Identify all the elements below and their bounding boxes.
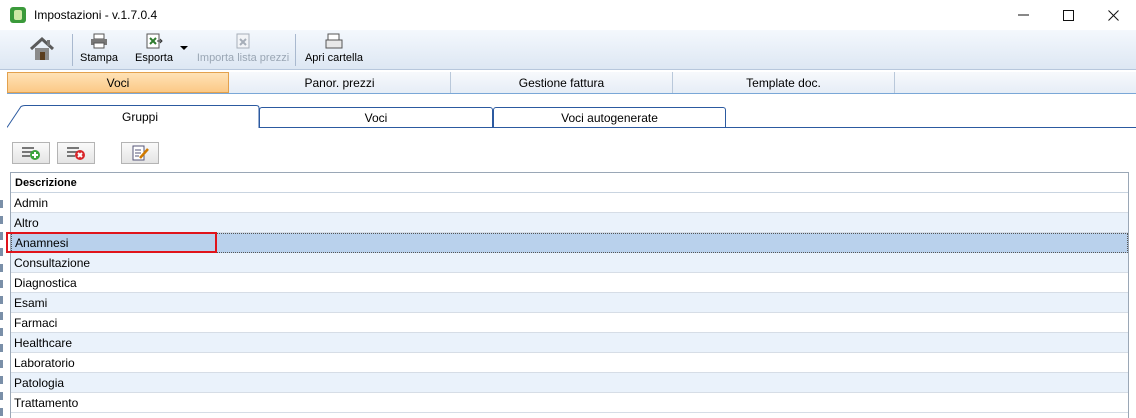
tab-voci-label: Voci	[106, 75, 130, 90]
importa-label: Importa lista prezzi	[196, 52, 290, 64]
grid-actions	[12, 142, 159, 164]
tab-gestione-fattura[interactable]: Gestione fattura	[451, 72, 673, 93]
add-button[interactable]	[12, 142, 50, 164]
tab-strip-filler	[895, 72, 1136, 93]
table-row[interactable]: Altro	[11, 213, 1128, 233]
esporta-label: Esporta	[135, 52, 173, 64]
row-label: Trattamento	[14, 395, 79, 410]
folder-icon	[325, 33, 343, 49]
close-icon	[1107, 9, 1119, 21]
row-label: Diagnostica	[14, 275, 77, 290]
tab-voci-autogenerate[interactable]: Voci autogenerate	[493, 107, 726, 128]
tab-template-doc-label: Template doc.	[746, 75, 821, 90]
home-button[interactable]	[12, 30, 72, 68]
tab-template-doc[interactable]: Template doc.	[673, 72, 895, 93]
maximize-icon	[1062, 9, 1074, 21]
esporta-dropdown[interactable]	[177, 30, 191, 50]
tab-voci[interactable]: Voci	[7, 72, 229, 93]
sub-tab-baseline	[259, 127, 1136, 128]
tab-voci-sub-label: Voci	[364, 111, 388, 125]
apri-label: Apri cartella	[304, 52, 364, 64]
tab-voci-autogenerate-label: Voci autogenerate	[561, 111, 658, 125]
tab-panor-prezzi-label: Panor. prezzi	[304, 75, 375, 90]
row-label: Farmaci	[14, 315, 58, 330]
tab-gestione-fattura-label: Gestione fattura	[518, 75, 605, 90]
table-row[interactable]: Admin	[11, 193, 1128, 213]
row-label: Admin	[14, 195, 49, 210]
minimize-button[interactable]	[1000, 0, 1046, 30]
gruppi-table: Descrizione Admin Altro Anamnesi Consult…	[10, 172, 1129, 418]
export-icon	[146, 33, 163, 49]
table-row[interactable]: Healthcare	[11, 333, 1128, 353]
esporta-button[interactable]: Esporta	[131, 30, 177, 68]
row-label: Patologia	[14, 375, 65, 390]
table-row[interactable]: Trattamento	[11, 393, 1128, 413]
tab-gruppi[interactable]: Gruppi	[21, 105, 259, 128]
delete-button[interactable]	[57, 142, 95, 164]
table-row[interactable]: Esami	[11, 293, 1128, 313]
add-icon	[22, 147, 40, 160]
row-label: Esami	[14, 295, 48, 310]
edit-button[interactable]	[121, 142, 159, 164]
close-button[interactable]	[1090, 0, 1136, 30]
home-icon	[29, 36, 55, 60]
sub-tab-strip: Gruppi Voci Voci autogenerate	[7, 105, 1136, 128]
table-row[interactable]: Consultazione	[11, 253, 1128, 273]
app-icon	[10, 7, 26, 23]
row-label: Consultazione	[14, 255, 91, 270]
column-header-descrizione[interactable]: Descrizione	[11, 173, 1128, 193]
table-row[interactable]: Diagnostica	[11, 273, 1128, 293]
column-header-label: Descrizione	[15, 176, 77, 189]
printer-icon	[91, 33, 107, 49]
stampa-label: Stampa	[80, 52, 118, 64]
delete-icon	[67, 147, 85, 160]
window-title: Impostazioni - v.1.7.0.4	[34, 8, 158, 22]
row-label: Anamnesi	[15, 236, 69, 250]
apri-cartella-button[interactable]: Apri cartella	[298, 30, 370, 68]
row-label: Healthcare	[14, 335, 73, 350]
tab-voci-sub[interactable]: Voci	[259, 107, 493, 128]
table-row[interactable]: Patologia	[11, 373, 1128, 393]
title-bar: Impostazioni - v.1.7.0.4	[0, 0, 1136, 30]
importa-lista-prezzi-button[interactable]: Importa lista prezzi	[195, 30, 291, 68]
window-edge-decoration	[0, 200, 3, 418]
table-row[interactable]: Farmaci	[11, 313, 1128, 333]
stampa-button[interactable]: Stampa	[73, 30, 125, 68]
main-tab-strip: Voci Panor. prezzi Gestione fattura Temp…	[7, 72, 1136, 94]
minimize-icon	[1017, 14, 1029, 16]
row-label: Altro	[14, 215, 39, 230]
row-label: Laboratorio	[14, 355, 75, 370]
table-row-selected[interactable]: Anamnesi	[11, 233, 1128, 253]
tab-gruppi-label: Gruppi	[121, 109, 159, 124]
maximize-button[interactable]	[1045, 0, 1091, 30]
toolbar-separator	[295, 34, 296, 66]
toolbar: Stampa Esporta Importa lista prezzi Apri…	[0, 30, 1136, 70]
chevron-down-icon	[180, 46, 188, 50]
import-icon	[236, 33, 250, 49]
edit-icon	[132, 145, 149, 161]
tab-panor-prezzi[interactable]: Panor. prezzi	[229, 72, 451, 93]
table-row[interactable]: Laboratorio	[11, 353, 1128, 373]
